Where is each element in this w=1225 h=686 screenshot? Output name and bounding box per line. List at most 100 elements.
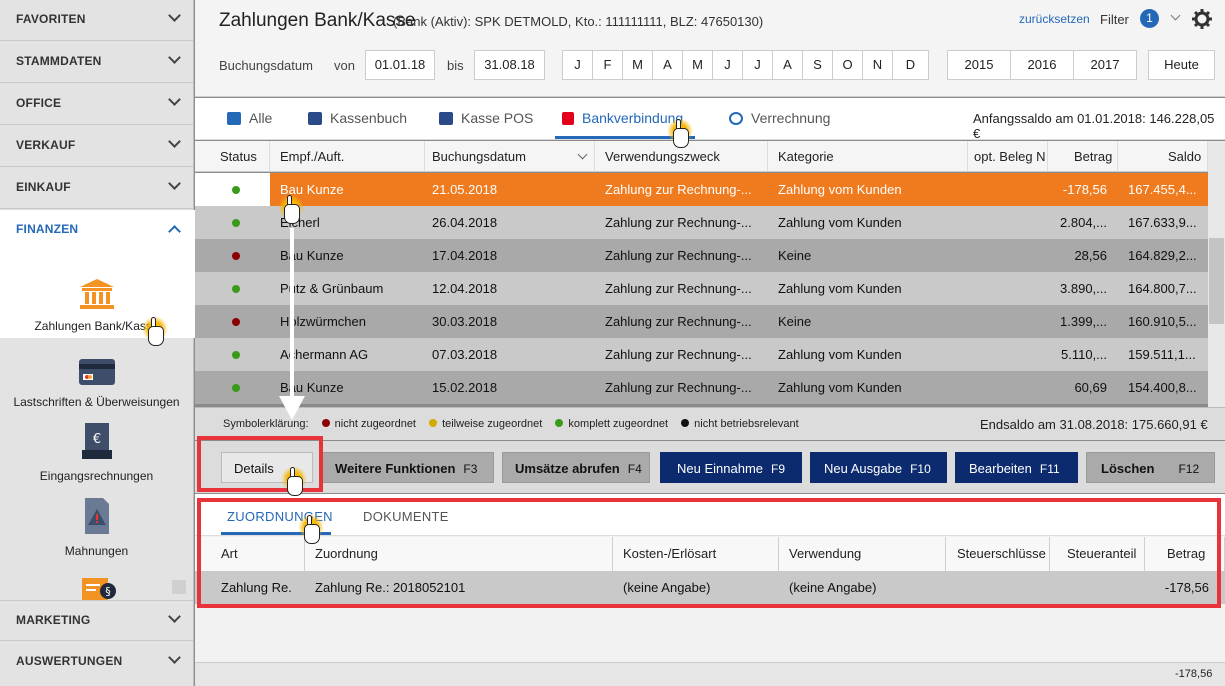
table-row[interactable]: Bau Kunze 21.05.2018 Zahlung zur Rechnun… — [195, 173, 1208, 206]
summary-bar: -178,56 — [195, 662, 1225, 686]
table-row[interactable]: Holzwürmchen 30.03.2018 Zahlung zur Rech… — [195, 305, 1208, 338]
scroll-down-button[interactable] — [172, 580, 186, 594]
legend: Symbolerklärung: nicht zugeordnet teilwe… — [223, 418, 799, 430]
module-mahnungen[interactable]: Mahnungen — [0, 497, 193, 558]
col-betrag[interactable]: Betrag — [1048, 141, 1118, 172]
nav-section-label: STAMMDATEN — [16, 54, 102, 68]
nav-section-favoriten[interactable]: FAVORITEN — [0, 0, 193, 41]
nav-section-label: FINANZEN — [16, 222, 79, 236]
button-label: Bearbeiten — [969, 461, 1032, 476]
folder-icon — [227, 112, 241, 125]
module-lastschriften[interactable]: Lastschriften & Überweisungen — [0, 358, 193, 409]
nav-section-verkauf[interactable]: VERKAUF — [0, 126, 193, 167]
module-eingangsrechnungen[interactable]: € Eingangsrechnungen — [0, 422, 193, 483]
cell-amount: -178,56 — [1062, 182, 1107, 197]
delete-button[interactable]: Löschen F12 — [1086, 452, 1215, 483]
nav-section-einkauf[interactable]: EINKAUF — [0, 168, 193, 209]
date-from-input[interactable]: 01.01.18 — [365, 50, 435, 80]
warning-doc-icon — [84, 498, 109, 534]
cursor-icon — [298, 514, 324, 546]
filter-button[interactable]: Filter — [1100, 12, 1129, 27]
legend-label: nicht betriebsrelevant — [694, 418, 799, 430]
nav-section-office[interactable]: OFFICE — [0, 84, 193, 125]
date-to-input[interactable]: 31.08.18 — [474, 50, 545, 80]
more-functions-button[interactable]: Weitere Funktionen F3 — [322, 452, 494, 483]
cell-date: 30.03.2018 — [432, 314, 498, 329]
cell-amount: 1.399,... — [1060, 314, 1107, 329]
chevron-down-icon — [168, 610, 181, 623]
cell-balance: 167.633,9... — [1128, 215, 1197, 230]
month-oct-button[interactable]: O — [832, 50, 863, 80]
col-buchungsdatum[interactable]: Buchungsdatum — [425, 141, 595, 172]
month-dec-button[interactable]: D — [892, 50, 929, 80]
tab-alle[interactable]: Alle — [227, 110, 272, 126]
tab-kasse-pos[interactable]: Kasse POS — [439, 110, 533, 126]
cell-balance: 154.400,8... — [1128, 380, 1197, 395]
annotation-arrow-shaft — [290, 228, 294, 398]
month-apr-button[interactable]: A — [652, 50, 683, 80]
shortcut-label: F11 — [1039, 462, 1060, 476]
col-beleg[interactable]: opt. Beleg N — [968, 141, 1048, 172]
gear-icon[interactable] — [1192, 9, 1212, 29]
table-row[interactable]: Bau Kunze 15.02.2018 Zahlung zur Rechnun… — [195, 371, 1208, 404]
cell-category: Keine — [778, 248, 812, 263]
edit-button[interactable]: Bearbeiten F11 — [955, 452, 1078, 483]
tab-verrechnung[interactable]: Verrechnung — [729, 110, 830, 126]
reset-link[interactable]: zurücksetzen — [1019, 12, 1090, 26]
month-aug-button[interactable]: A — [772, 50, 803, 80]
month-may-button[interactable]: M — [682, 50, 713, 80]
svg-text:€: € — [92, 432, 100, 447]
cell-balance: 159.511,1... — [1128, 347, 1196, 362]
cell-date: 07.03.2018 — [432, 347, 498, 362]
month-jan-button[interactable]: J — [562, 50, 593, 80]
chevron-down-icon — [168, 51, 181, 64]
table-scrollbar-thumb[interactable] — [1209, 238, 1224, 324]
tab-kassenbuch[interactable]: Kassenbuch — [308, 110, 407, 126]
chevron-down-icon[interactable] — [1170, 10, 1181, 21]
legend-dot — [681, 419, 690, 427]
month-feb-button[interactable]: F — [592, 50, 623, 80]
legal-icon[interactable]: § — [78, 574, 118, 600]
cell-purpose: Zahlung zur Rechnung-... — [605, 314, 752, 329]
cell-purpose: Zahlung zur Rechnung-... — [605, 215, 752, 230]
table-row[interactable]: Eicherl 26.04.2018 Zahlung zur Rechnung-… — [195, 206, 1208, 239]
fetch-transactions-button[interactable]: Umsätze abrufen F4 — [502, 452, 650, 483]
year-2015-button[interactable]: 2015 — [947, 50, 1011, 80]
month-jul-button[interactable]: J — [742, 50, 773, 80]
nav-section-finanzen[interactable]: FINANZEN — [0, 210, 193, 251]
status-dot — [232, 318, 240, 326]
col-empf[interactable]: Empf./Auft. — [270, 141, 425, 172]
cell-amount: 28,56 — [1074, 248, 1107, 263]
month-jun-button[interactable]: J — [712, 50, 743, 80]
cell-amount: 5.110,... — [1060, 347, 1107, 362]
today-button[interactable]: Heute — [1148, 50, 1215, 80]
year-2016-button[interactable]: 2016 — [1010, 50, 1074, 80]
to-label: bis — [447, 58, 464, 73]
table-row[interactable]: Achermann AG 07.03.2018 Zahlung zur Rech… — [195, 338, 1208, 371]
from-label: von — [334, 58, 355, 73]
nav-section-auswertungen[interactable]: AUSWERTUNGEN — [0, 642, 193, 686]
month-mar-button[interactable]: M — [622, 50, 653, 80]
invoice-icon: € — [81, 423, 112, 459]
month-sep-button[interactable]: S — [802, 50, 833, 80]
col-saldo[interactable]: Saldo — [1118, 141, 1208, 172]
filter-count-badge: 1 — [1140, 9, 1159, 28]
col-kategorie[interactable]: Kategorie — [768, 141, 968, 172]
cursor-icon — [142, 316, 168, 348]
legend-dot — [429, 419, 438, 427]
month-nov-button[interactable]: N — [862, 50, 893, 80]
col-status[interactable]: Status — [195, 141, 270, 172]
header: Zahlungen Bank/Kasse (Bank (Aktiv): SPK … — [195, 0, 1225, 97]
year-2017-button[interactable]: 2017 — [1073, 50, 1137, 80]
nav-section-stammdaten[interactable]: STAMMDATEN — [0, 42, 193, 83]
new-expense-button[interactable]: Neu Ausgabe F10 — [810, 452, 947, 483]
cell-date: 26.04.2018 — [432, 215, 498, 230]
table-row[interactable]: Putz & Grünbaum 12.04.2018 Zahlung zur R… — [195, 272, 1208, 305]
cell-category: Zahlung vom Kunden — [778, 215, 902, 230]
new-income-button[interactable]: Neu Einnahme F9 — [660, 452, 802, 483]
legend-dot — [555, 419, 564, 427]
status-dot — [232, 219, 240, 227]
nav-section-marketing[interactable]: MARKETING — [0, 600, 193, 641]
table-row[interactable]: Bau Kunze 17.04.2018 Zahlung zur Rechnun… — [195, 239, 1208, 272]
tab-bankverbindung[interactable]: Bankverbindung — [562, 110, 683, 126]
